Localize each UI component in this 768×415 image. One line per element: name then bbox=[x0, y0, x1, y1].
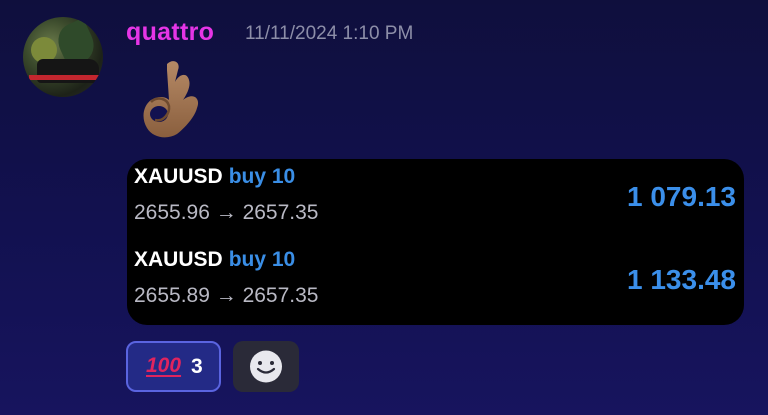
trade-profit: 1 133.48 bbox=[627, 264, 736, 295]
username[interactable]: quattro bbox=[126, 18, 214, 47]
reaction-100-button[interactable]: 100 3 bbox=[126, 341, 221, 392]
add-reaction-button[interactable] bbox=[233, 341, 299, 392]
message-timestamp: 11/11/2024 1:10 PM bbox=[245, 23, 414, 44]
avatar-car-stripe bbox=[29, 75, 99, 80]
ok-hand-emoji bbox=[143, 61, 199, 138]
trades-card: XAUUSD buy 10 2655.96 → 2657.35 1 079.13 … bbox=[127, 159, 744, 325]
trade-profit: 1 079.13 bbox=[627, 181, 736, 212]
trade-symbol: XAUUSD buy 10 bbox=[134, 165, 296, 188]
trade-side: buy 10 bbox=[228, 165, 296, 188]
user-avatar[interactable] bbox=[23, 17, 103, 97]
trade-prices: 2655.89 → 2657.35 bbox=[134, 284, 319, 307]
reaction-count: 3 bbox=[191, 355, 203, 378]
hundred-points-icon: 100 bbox=[146, 354, 182, 377]
trade-prices: 2655.96 → 2657.35 bbox=[134, 201, 319, 224]
smiley-icon bbox=[250, 350, 282, 383]
trade-side: buy 10 bbox=[228, 248, 296, 271]
trade-symbol: XAUUSD buy 10 bbox=[134, 248, 296, 271]
